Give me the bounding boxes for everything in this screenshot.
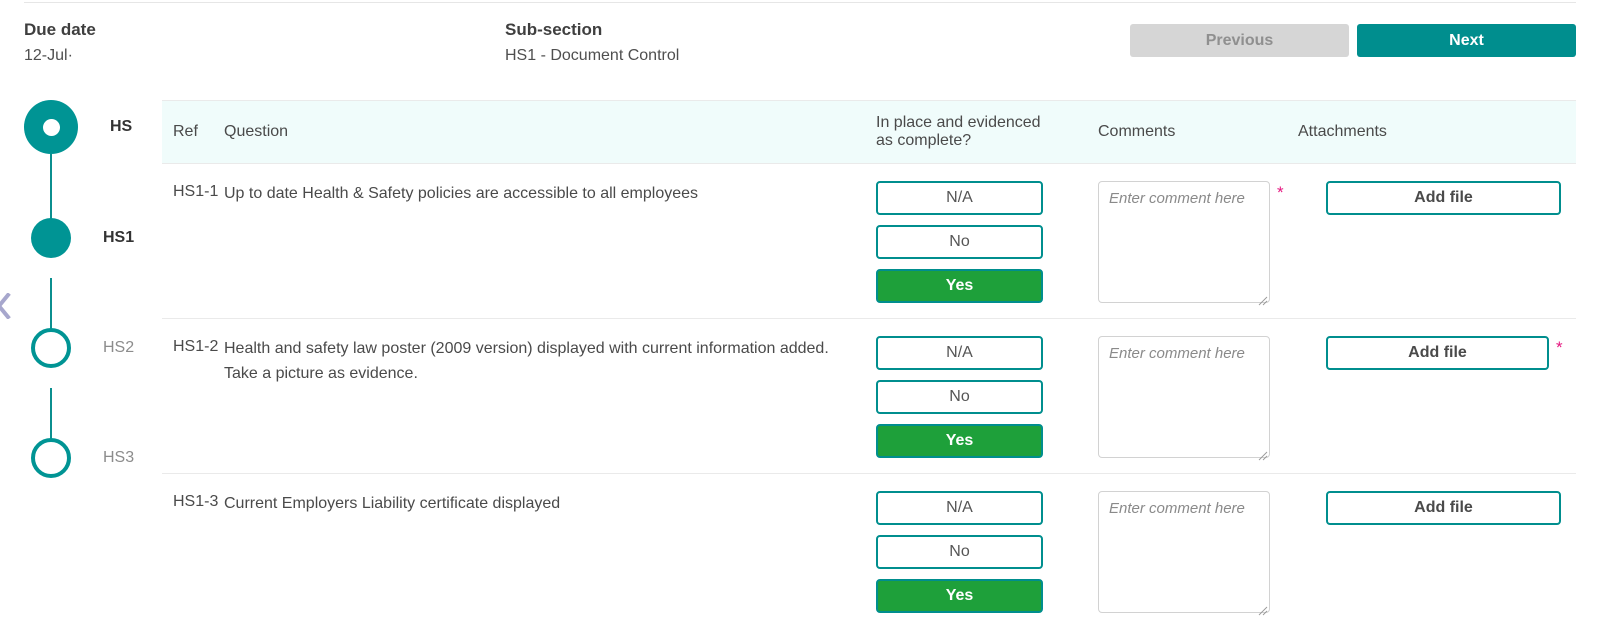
comments-cell: * <box>1098 336 1298 473</box>
sidebar-item-hs3[interactable]: HS3 <box>31 438 134 478</box>
answer-cell: N/A No Yes <box>876 336 1098 473</box>
table-row: HS1-2 Health and safety law poster (2009… <box>162 318 1576 473</box>
comment-required-marker: * <box>1277 184 1284 201</box>
answer-cell: N/A No Yes <box>876 181 1098 318</box>
question-ref: HS1-3 <box>162 491 224 628</box>
answer-option-na[interactable]: N/A <box>876 181 1043 215</box>
comment-field-wrapper <box>1098 336 1270 463</box>
answer-option-no[interactable]: No <box>876 225 1043 259</box>
sidebar-item-label: HS <box>110 118 132 136</box>
column-header-answer: In place and evidenced as complete? <box>876 114 1098 150</box>
comment-field-wrapper <box>1098 491 1270 618</box>
attachments-cell: Add file * <box>1298 181 1576 318</box>
question-text: Health and safety law poster (2009 versi… <box>224 336 876 473</box>
answer-option-yes[interactable]: Yes <box>876 424 1043 458</box>
answer-option-group: N/A No Yes <box>876 336 1043 458</box>
sidebar-item-label: HS2 <box>103 339 134 357</box>
table-row: HS1-3 Current Employers Liability certif… <box>162 473 1576 628</box>
attachments-cell: Add file * <box>1298 491 1576 628</box>
column-header-attachments: Attachments <box>1298 123 1576 141</box>
column-header-question: Question <box>224 123 876 141</box>
comment-input[interactable] <box>1098 491 1270 613</box>
step-indicator-filled <box>31 218 71 258</box>
answer-option-no[interactable]: No <box>876 380 1043 414</box>
navigation-buttons: Previous Next <box>1130 24 1576 57</box>
question-ref: HS1-1 <box>162 181 224 318</box>
audit-checklist-page: Due date 12-Jul· Sub-section HS1 - Docum… <box>0 0 1600 635</box>
sidebar-collapse-button[interactable] <box>0 292 12 320</box>
answer-option-na[interactable]: N/A <box>876 336 1043 370</box>
section-stepper: HS HS1 HS2 HS3 <box>24 100 160 520</box>
table-header-row: Ref Question In place and evidenced as c… <box>162 100 1576 163</box>
sidebar-item-hs2[interactable]: HS2 <box>31 328 134 368</box>
sidebar-item-hs1[interactable]: HS1 <box>31 218 134 258</box>
answer-option-group: N/A No Yes <box>876 181 1043 303</box>
add-file-button[interactable]: Add file <box>1326 491 1561 525</box>
due-date-value: 12-Jul· <box>24 45 96 67</box>
answer-option-group: N/A No Yes <box>876 491 1043 613</box>
page-header: Due date 12-Jul· Sub-section HS1 - Docum… <box>0 0 1600 92</box>
question-ref: HS1-2 <box>162 336 224 473</box>
sub-section-value: HS1 - Document Control <box>505 45 679 67</box>
add-file-button[interactable]: Add file <box>1326 181 1561 215</box>
step-indicator-major <box>24 100 78 154</box>
attachment-required-marker: * <box>1556 339 1563 356</box>
comment-field-wrapper <box>1098 181 1270 308</box>
sidebar-item-hs[interactable]: HS <box>24 100 132 154</box>
comments-cell: * <box>1098 181 1298 318</box>
question-text: Up to date Health & Safety policies are … <box>224 181 876 318</box>
sidebar-item-label: HS1 <box>103 229 134 247</box>
answer-cell: N/A No Yes <box>876 491 1098 628</box>
answer-option-yes[interactable]: Yes <box>876 579 1043 613</box>
answer-option-yes[interactable]: Yes <box>876 269 1043 303</box>
column-header-answer-line2: as complete? <box>876 132 1098 150</box>
step-indicator-hollow <box>31 328 71 368</box>
sidebar-item-label: HS3 <box>103 449 134 467</box>
previous-button[interactable]: Previous <box>1130 24 1349 57</box>
comment-input[interactable] <box>1098 181 1270 303</box>
step-indicator-hollow <box>31 438 71 478</box>
column-header-comments: Comments <box>1098 123 1298 141</box>
table-row: HS1-1 Up to date Health & Safety policie… <box>162 163 1576 318</box>
next-button[interactable]: Next <box>1357 24 1576 57</box>
chevron-left-icon <box>0 293 11 319</box>
attachments-cell: Add file * <box>1298 336 1576 473</box>
answer-option-na[interactable]: N/A <box>876 491 1043 525</box>
column-header-answer-line1: In place and evidenced <box>876 114 1098 132</box>
comment-input[interactable] <box>1098 336 1270 458</box>
sub-section-label: Sub-section <box>505 19 679 41</box>
questions-table: Ref Question In place and evidenced as c… <box>162 100 1576 628</box>
add-file-button[interactable]: Add file <box>1326 336 1549 370</box>
answer-option-no[interactable]: No <box>876 535 1043 569</box>
sub-section-block: Sub-section HS1 - Document Control <box>505 19 679 67</box>
due-date-label: Due date <box>24 19 96 41</box>
question-text: Current Employers Liability certificate … <box>224 491 876 628</box>
comments-cell: * <box>1098 491 1298 628</box>
due-date-block: Due date 12-Jul· <box>24 19 96 67</box>
column-header-ref: Ref <box>162 123 224 141</box>
